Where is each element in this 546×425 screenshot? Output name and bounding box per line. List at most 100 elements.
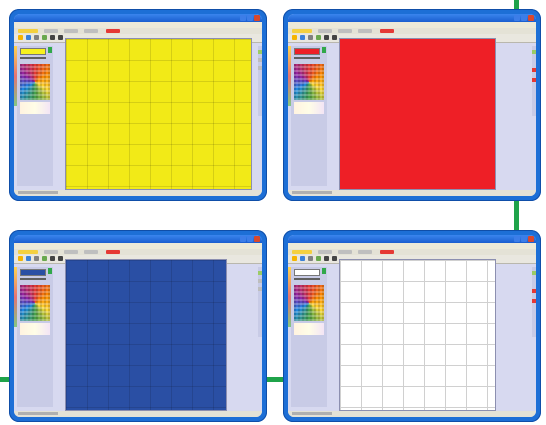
drawing-canvas[interactable] xyxy=(339,38,496,190)
right-tool-strip[interactable] xyxy=(258,267,262,337)
eraser-icon[interactable] xyxy=(308,35,313,40)
go-icon[interactable] xyxy=(48,47,52,53)
tab-3[interactable] xyxy=(64,29,78,33)
tab-2[interactable] xyxy=(44,29,58,33)
maximize-icon[interactable] xyxy=(521,236,527,242)
tool-6[interactable] xyxy=(58,35,63,40)
right-tool-2[interactable] xyxy=(532,289,536,293)
tool-5[interactable] xyxy=(50,35,55,40)
tool-4[interactable] xyxy=(42,256,47,261)
tool-5[interactable] xyxy=(324,256,329,261)
tool-6[interactable] xyxy=(58,256,63,261)
light-color-palette[interactable] xyxy=(294,102,324,114)
minimize-icon[interactable] xyxy=(514,15,520,21)
right-tool-1[interactable] xyxy=(258,271,262,275)
close-icon[interactable] xyxy=(528,15,534,21)
minimize-icon[interactable] xyxy=(514,236,520,242)
right-tool-strip[interactable] xyxy=(258,46,262,116)
go-icon[interactable] xyxy=(322,268,326,274)
fill-icon[interactable] xyxy=(300,256,305,261)
tool-4[interactable] xyxy=(316,35,321,40)
right-tool-2[interactable] xyxy=(258,279,262,283)
maximize-icon[interactable] xyxy=(247,15,253,21)
color-palette[interactable] xyxy=(20,285,50,321)
tab-5[interactable] xyxy=(106,250,120,254)
tab-2[interactable] xyxy=(44,250,58,254)
tab-1[interactable] xyxy=(292,29,312,33)
tool-6[interactable] xyxy=(332,35,337,40)
current-color-swatch[interactable] xyxy=(294,48,320,55)
tab-1[interactable] xyxy=(292,250,312,254)
tab-1[interactable] xyxy=(18,29,38,33)
close-icon[interactable] xyxy=(528,236,534,242)
color-palette[interactable] xyxy=(294,64,324,100)
close-icon[interactable] xyxy=(254,236,260,242)
tab-3[interactable] xyxy=(338,250,352,254)
right-tool-2[interactable] xyxy=(258,58,262,62)
go-icon[interactable] xyxy=(322,47,326,53)
drawing-canvas[interactable] xyxy=(339,259,496,411)
drawing-canvas[interactable] xyxy=(65,259,227,411)
tool-4[interactable] xyxy=(316,256,321,261)
light-color-palette[interactable] xyxy=(294,323,324,335)
right-tool-2[interactable] xyxy=(532,68,536,72)
right-tool-3[interactable] xyxy=(532,78,536,82)
fill-icon[interactable] xyxy=(300,35,305,40)
right-tool-3[interactable] xyxy=(532,299,536,303)
size-slider[interactable] xyxy=(294,278,320,280)
tool-4[interactable] xyxy=(42,35,47,40)
size-slider[interactable] xyxy=(294,57,320,59)
minimize-icon[interactable] xyxy=(240,15,246,21)
go-icon[interactable] xyxy=(48,268,52,274)
tab-3[interactable] xyxy=(338,29,352,33)
tab-5[interactable] xyxy=(380,250,394,254)
tab-4[interactable] xyxy=(84,29,98,33)
right-tool-strip[interactable] xyxy=(532,46,536,116)
tab-5[interactable] xyxy=(106,29,120,33)
eraser-icon[interactable] xyxy=(34,35,39,40)
app-window xyxy=(14,14,262,196)
color-palette[interactable] xyxy=(20,64,50,100)
minimize-icon[interactable] xyxy=(240,236,246,242)
tab-5[interactable] xyxy=(380,29,394,33)
right-tool-1[interactable] xyxy=(532,50,536,54)
tool-6[interactable] xyxy=(332,256,337,261)
eraser-icon[interactable] xyxy=(308,256,313,261)
tab-1[interactable] xyxy=(18,250,38,254)
current-color-swatch[interactable] xyxy=(20,269,46,276)
fill-icon[interactable] xyxy=(26,35,31,40)
current-color-swatch[interactable] xyxy=(294,269,320,276)
fill-icon[interactable] xyxy=(26,256,31,261)
size-slider[interactable] xyxy=(20,57,46,59)
tool-5[interactable] xyxy=(50,256,55,261)
brush-icon[interactable] xyxy=(18,35,23,40)
screenshot-panel-red xyxy=(283,9,541,201)
color-palette[interactable] xyxy=(294,285,324,321)
right-tool-3[interactable] xyxy=(258,287,262,291)
brush-icon[interactable] xyxy=(292,256,297,261)
brush-icon[interactable] xyxy=(292,35,297,40)
tab-4[interactable] xyxy=(358,29,372,33)
tab-3[interactable] xyxy=(64,250,78,254)
eraser-icon[interactable] xyxy=(34,256,39,261)
maximize-icon[interactable] xyxy=(247,236,253,242)
light-color-palette[interactable] xyxy=(20,102,50,114)
close-icon[interactable] xyxy=(254,15,260,21)
right-tool-strip[interactable] xyxy=(532,267,536,337)
tool-5[interactable] xyxy=(324,35,329,40)
tab-2[interactable] xyxy=(318,250,332,254)
current-color-swatch[interactable] xyxy=(20,48,46,55)
brush-icon[interactable] xyxy=(18,256,23,261)
tab-4[interactable] xyxy=(358,250,372,254)
tab-4[interactable] xyxy=(84,250,98,254)
right-tool-1[interactable] xyxy=(258,50,262,54)
title-bar xyxy=(288,14,536,22)
right-tool-1[interactable] xyxy=(532,271,536,275)
drawing-canvas[interactable] xyxy=(65,38,252,190)
screenshot-panel-yellow xyxy=(9,9,267,201)
right-tool-3[interactable] xyxy=(258,66,262,70)
maximize-icon[interactable] xyxy=(521,15,527,21)
light-color-palette[interactable] xyxy=(20,323,50,335)
tab-2[interactable] xyxy=(318,29,332,33)
size-slider[interactable] xyxy=(20,278,46,280)
